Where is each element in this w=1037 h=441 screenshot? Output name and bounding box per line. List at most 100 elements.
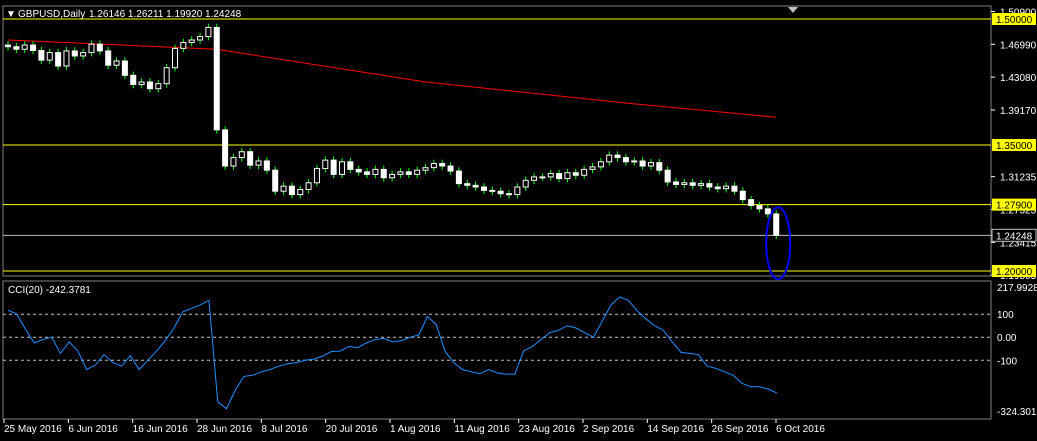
candle-body	[455, 170, 462, 185]
cci-label: CCI(20) -242.3781	[8, 285, 91, 296]
candle-body	[480, 186, 487, 191]
candle-body	[597, 161, 604, 168]
candle-body	[146, 81, 153, 90]
time-tick-label: 8 Jul 2016	[261, 424, 308, 435]
candle-body	[656, 162, 663, 171]
candle-body	[556, 173, 563, 180]
candle-body	[297, 189, 304, 196]
candle	[773, 210, 780, 240]
candle-body	[422, 167, 429, 171]
candle-body	[756, 204, 763, 210]
price-chart[interactable]: ▼ GBPUSD,Daily 1.26146 1.26211 1.19920 1…	[0, 0, 1037, 441]
symbol-label: GBPUSD,Daily	[18, 9, 85, 20]
candle-body	[606, 154, 613, 163]
candle-body	[313, 168, 320, 184]
candle-body	[213, 26, 220, 131]
cci-tick-label: 0.00	[997, 333, 1017, 344]
ohlc-values: 1.26146 1.26211 1.19920 1.24248	[89, 9, 242, 20]
candle-body	[731, 185, 738, 192]
cci-tick-label: -100	[997, 356, 1017, 367]
candle	[213, 23, 220, 134]
price-tick-label: 1.43080	[1000, 73, 1037, 84]
candle-body	[380, 168, 387, 179]
candle-body	[288, 185, 295, 196]
candle-body	[639, 160, 646, 167]
candle-body	[647, 162, 654, 167]
level-price-label: 1.20000	[996, 267, 1033, 278]
dropdown-icon[interactable]: ▼	[6, 9, 16, 20]
cci-scale-max: 217.9928	[997, 283, 1037, 294]
candle-body	[364, 171, 371, 175]
candle-body	[706, 183, 713, 188]
candle-body	[405, 171, 412, 175]
candle-body	[96, 43, 103, 52]
candle-body	[547, 173, 554, 178]
candle-body	[673, 181, 679, 185]
time-tick-label: 14 Sep 2016	[647, 424, 704, 435]
candle-body	[739, 190, 746, 201]
candle-body	[263, 160, 270, 171]
candle-body	[748, 199, 755, 206]
candle-body	[614, 154, 621, 159]
time-tick-label: 20 Jul 2016	[326, 424, 378, 435]
candle-body	[113, 60, 120, 66]
level-price-label: 1.50000	[996, 15, 1033, 26]
candle-body	[589, 166, 596, 170]
time-tick-label: 11 Aug 2016	[454, 424, 510, 435]
candle-body	[764, 208, 771, 215]
candle-body	[121, 60, 128, 76]
candle-body	[255, 160, 262, 166]
candle-body	[322, 159, 329, 170]
candle-body	[280, 185, 287, 192]
price-tick-label: 1.46990	[1000, 40, 1037, 51]
candle-body	[5, 44, 11, 48]
candle-body	[272, 169, 279, 192]
time-tick-label: 16 Jun 2016	[133, 424, 188, 435]
time-tick-label: 1 Aug 2016	[390, 424, 441, 435]
candle-body	[773, 213, 780, 236]
time-tick-label: 6 Oct 2016	[776, 424, 825, 435]
level-price-label: 1.27900	[996, 201, 1033, 212]
candle-body	[664, 169, 671, 183]
candle-body	[247, 151, 254, 166]
candle-body	[622, 157, 629, 163]
candle-body	[572, 172, 579, 176]
candle-body	[698, 183, 705, 186]
level-price-label: 1.35000	[996, 141, 1033, 152]
candle-body	[514, 186, 521, 196]
candle-body	[464, 183, 471, 186]
candle-body	[439, 162, 446, 167]
candle-body	[522, 179, 529, 188]
candle-body	[447, 165, 454, 172]
time-tick-label: 6 Jun 2016	[68, 424, 118, 435]
candle-body	[389, 173, 396, 179]
candle-body	[414, 169, 421, 175]
candle-body	[339, 161, 345, 175]
candle-body	[163, 67, 170, 85]
time-tick-label: 26 Sep 2016	[712, 424, 769, 435]
cci-scale-min: -324.3012	[997, 407, 1037, 418]
price-tick-label: 1.39170	[1000, 106, 1037, 117]
candle-body	[172, 47, 178, 69]
candle-body	[130, 74, 137, 86]
candle-body	[188, 39, 195, 44]
candle-body	[531, 176, 538, 181]
candle-body	[63, 50, 70, 67]
candle	[63, 47, 70, 70]
candle	[222, 126, 229, 170]
candle-body	[105, 50, 112, 66]
time-tick-label: 23 Aug 2016	[519, 424, 576, 435]
candle	[172, 44, 178, 72]
candle-body	[347, 161, 354, 170]
candle-body	[238, 151, 245, 159]
candle-body	[305, 182, 312, 191]
candle-body	[55, 52, 62, 67]
time-tick-label: 25 May 2016	[4, 424, 62, 435]
candle-body	[71, 50, 78, 57]
candle-body	[80, 52, 87, 57]
time-tick-label: 28 Jun 2016	[197, 424, 252, 435]
candle-body	[397, 171, 404, 175]
current-price-label: 1.24248	[996, 231, 1033, 242]
candle-body	[222, 129, 229, 167]
candle-body	[46, 52, 53, 61]
